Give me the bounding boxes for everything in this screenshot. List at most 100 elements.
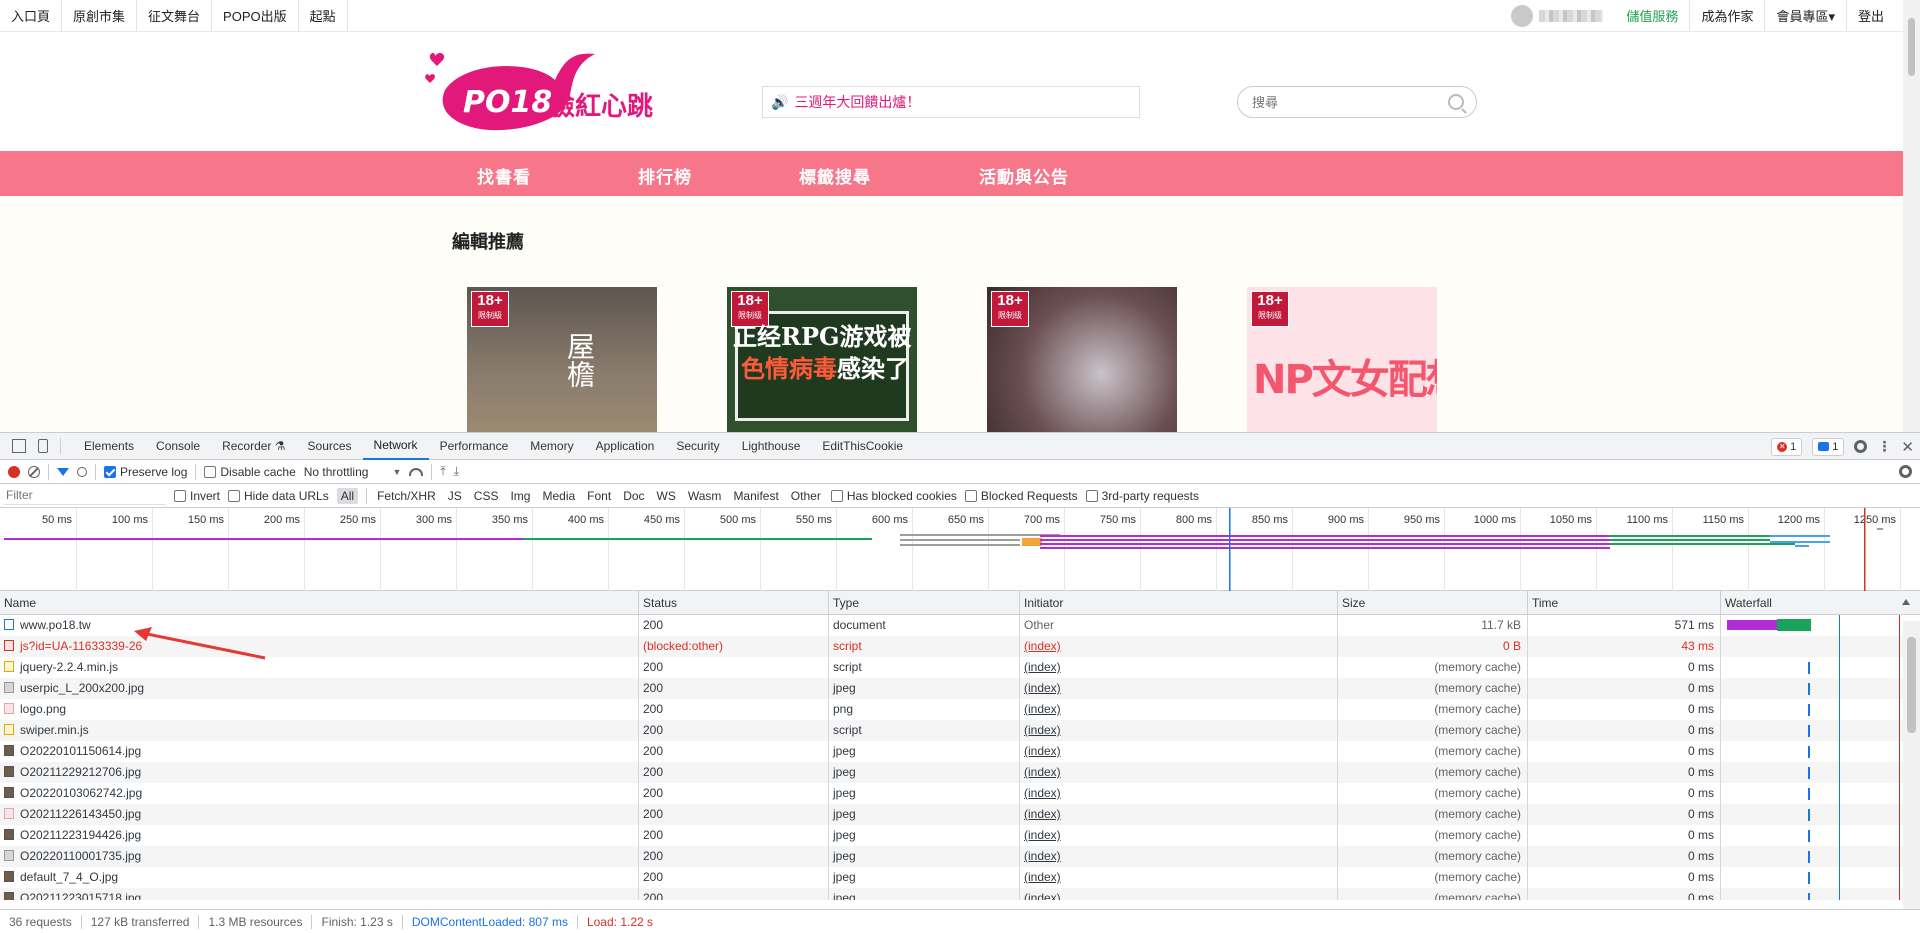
tab-console[interactable]: Console [145,433,211,460]
more-options-icon[interactable]: ⋮ [1877,438,1891,455]
type-filter-wasm[interactable]: Wasm [686,488,724,504]
request-initiator[interactable]: (index) [1020,804,1338,825]
network-conditions-icon[interactable] [409,467,424,476]
tab-recorder[interactable]: Recorder ⚗ [211,433,296,460]
request-initiator[interactable]: (index) [1020,888,1338,900]
disable-cache-checkbox[interactable]: Disable cache [204,465,296,479]
column-header-initiator[interactable]: Initiator [1020,591,1338,615]
type-filter-all[interactable]: All [336,487,359,504]
clear-icon[interactable] [28,465,40,478]
tab-network[interactable]: Network [362,433,429,460]
book-cover-1[interactable]: 18+ 限制級 屋檐 [467,287,657,432]
request-row[interactable]: js?id=UA-11633339-26 (blocked:other) scrip… [0,636,1903,657]
request-row[interactable]: O20211226143450.jpg 200 jpeg (index) (memory… [0,804,1903,825]
tab-memory[interactable]: Memory [519,433,584,460]
top-nav-link-become-author[interactable]: 成為作家 [1689,0,1764,31]
request-row[interactable]: O20211229212706.jpg 200 jpeg (index) (memory… [0,762,1903,783]
top-nav-link-member[interactable]: 會員專區▾ [1764,0,1846,31]
request-initiator[interactable]: (index) [1020,762,1338,783]
type-filter-ws[interactable]: WS [655,488,678,504]
announcement-bar[interactable]: 🔊 三週年大回饋出爐！ [762,86,1140,118]
settings-gear-icon[interactable] [1854,440,1868,453]
request-initiator[interactable]: (index) [1020,657,1338,678]
user-avatar[interactable] [1511,4,1534,27]
request-initiator[interactable]: (index) [1020,720,1338,741]
tab-editthiscookie[interactable]: EditThisCookie [811,433,914,460]
column-header-time[interactable]: Time [1528,591,1721,615]
export-har-icon[interactable]: ⤓ [454,464,459,479]
search-icon[interactable] [77,466,87,477]
site-search-input[interactable] [1252,94,1432,110]
type-filter-doc[interactable]: Doc [621,488,646,504]
checkbox[interactable] [228,489,241,502]
network-settings-gear-icon[interactable] [1899,465,1912,478]
main-nav-browse[interactable]: 找書看 [477,163,531,188]
main-nav-tag-search[interactable]: 標籤搜尋 [799,163,871,188]
book-cover-3[interactable]: 18+ 限制级 [987,287,1177,432]
blocked-requests-checkbox[interactable]: Blocked Requests [964,489,1078,503]
top-nav-link-market[interactable]: 原創市集 [62,0,138,31]
message-counter[interactable]: 1 [1812,437,1845,456]
request-row[interactable]: jquery-2.2.4.min.js 200 script (index) (memo… [0,657,1903,678]
request-row[interactable]: www.po18.tw 200 document Other 11.7 kB 571 ms [0,615,1903,636]
request-initiator[interactable]: (index) [1020,636,1338,657]
type-filter-css[interactable]: CSS [472,488,501,504]
request-initiator[interactable]: (index) [1020,699,1338,720]
column-header-type[interactable]: Type [829,591,1020,615]
checkbox[interactable] [174,489,186,502]
inspect-element-icon[interactable] [12,439,26,453]
request-row[interactable]: swiper.min.js 200 script (index) (memory cac… [0,720,1903,741]
tab-elements[interactable]: Elements [73,433,145,460]
record-icon[interactable] [8,465,20,478]
tab-sources[interactable]: Sources [297,433,363,460]
checkbox-checked[interactable] [104,465,116,478]
has-blocked-cookies-checkbox[interactable]: Has blocked cookies [830,489,957,503]
third-party-requests-checkbox[interactable]: 3rd-party requests [1085,489,1199,503]
checkbox[interactable] [204,465,217,478]
type-filter-img[interactable]: Img [508,488,532,504]
filter-funnel-icon[interactable] [57,467,69,476]
close-icon[interactable]: ✕ [1901,438,1914,456]
filter-input[interactable] [4,486,166,505]
hide-data-urls-checkbox[interactable]: Hide data URLs [228,489,329,503]
search-icon[interactable] [1448,94,1464,110]
device-toolbar-icon[interactable] [38,439,48,453]
request-list-scrollbar[interactable] [1903,621,1920,909]
top-nav-link-contest[interactable]: 征文舞台 [137,0,213,31]
tab-performance[interactable]: Performance [429,433,520,460]
request-list-scrollbar-thumb[interactable] [1907,637,1916,733]
page-scrollbar-thumb[interactable] [1908,18,1915,76]
book-cover-2[interactable]: 18+ 限制级 正经RPG游戏被 色情病毒感染了 [727,287,917,432]
top-nav-link-logout[interactable]: 登出 [1845,0,1895,31]
import-har-icon[interactable]: ⤒ [440,464,445,479]
column-header-size[interactable]: Size [1338,591,1528,615]
sort-ascending-icon[interactable] [1902,599,1910,605]
column-header-status[interactable]: Status [639,591,829,615]
book-cover-4[interactable]: 18+限制级 NP文女配想罢工 [1247,287,1437,432]
tab-application[interactable]: Application [585,433,666,460]
column-header-name[interactable]: Name [0,591,639,615]
request-initiator[interactable]: (index) [1020,846,1338,867]
type-filter-js[interactable]: JS [446,488,464,504]
type-filter-font[interactable]: Font [585,488,613,504]
type-filter-manifest[interactable]: Manifest [731,488,780,504]
top-nav-link-home[interactable]: 入口頁 [0,0,63,31]
checkbox[interactable] [1085,489,1098,502]
page-scrollbar[interactable] [1903,0,1920,432]
checkbox[interactable] [830,489,843,502]
throttling-select[interactable]: No throttling ▼ [304,465,402,479]
type-filter-other[interactable]: Other [789,488,823,504]
type-filter-fetch-xhr[interactable]: Fetch/XHR [375,488,438,504]
preserve-log-checkbox[interactable]: Preserve log [104,465,187,479]
request-initiator[interactable]: (index) [1020,825,1338,846]
request-row[interactable]: logo.png 200 png (index) (memory cache) 0 ms [0,699,1903,720]
tab-lighthouse[interactable]: Lighthouse [731,433,812,460]
error-counter[interactable]: ✕ 1 [1771,437,1803,456]
main-nav-events[interactable]: 活動與公告 [979,163,1069,188]
top-nav-link-publish[interactable]: POPO出版 [212,0,299,31]
network-overview-timeline[interactable]: 50 ms 100 ms 150 ms 200 ms 250 ms 300 ms 350 m… [0,508,1920,591]
request-row[interactable]: O20220103062742.jpg 200 jpeg (index) (memory… [0,783,1903,804]
column-header-waterfall[interactable]: Waterfall [1721,591,1920,615]
top-nav-link-topup[interactable]: 儲值服務 [1615,0,1689,31]
checkbox[interactable] [964,489,977,502]
